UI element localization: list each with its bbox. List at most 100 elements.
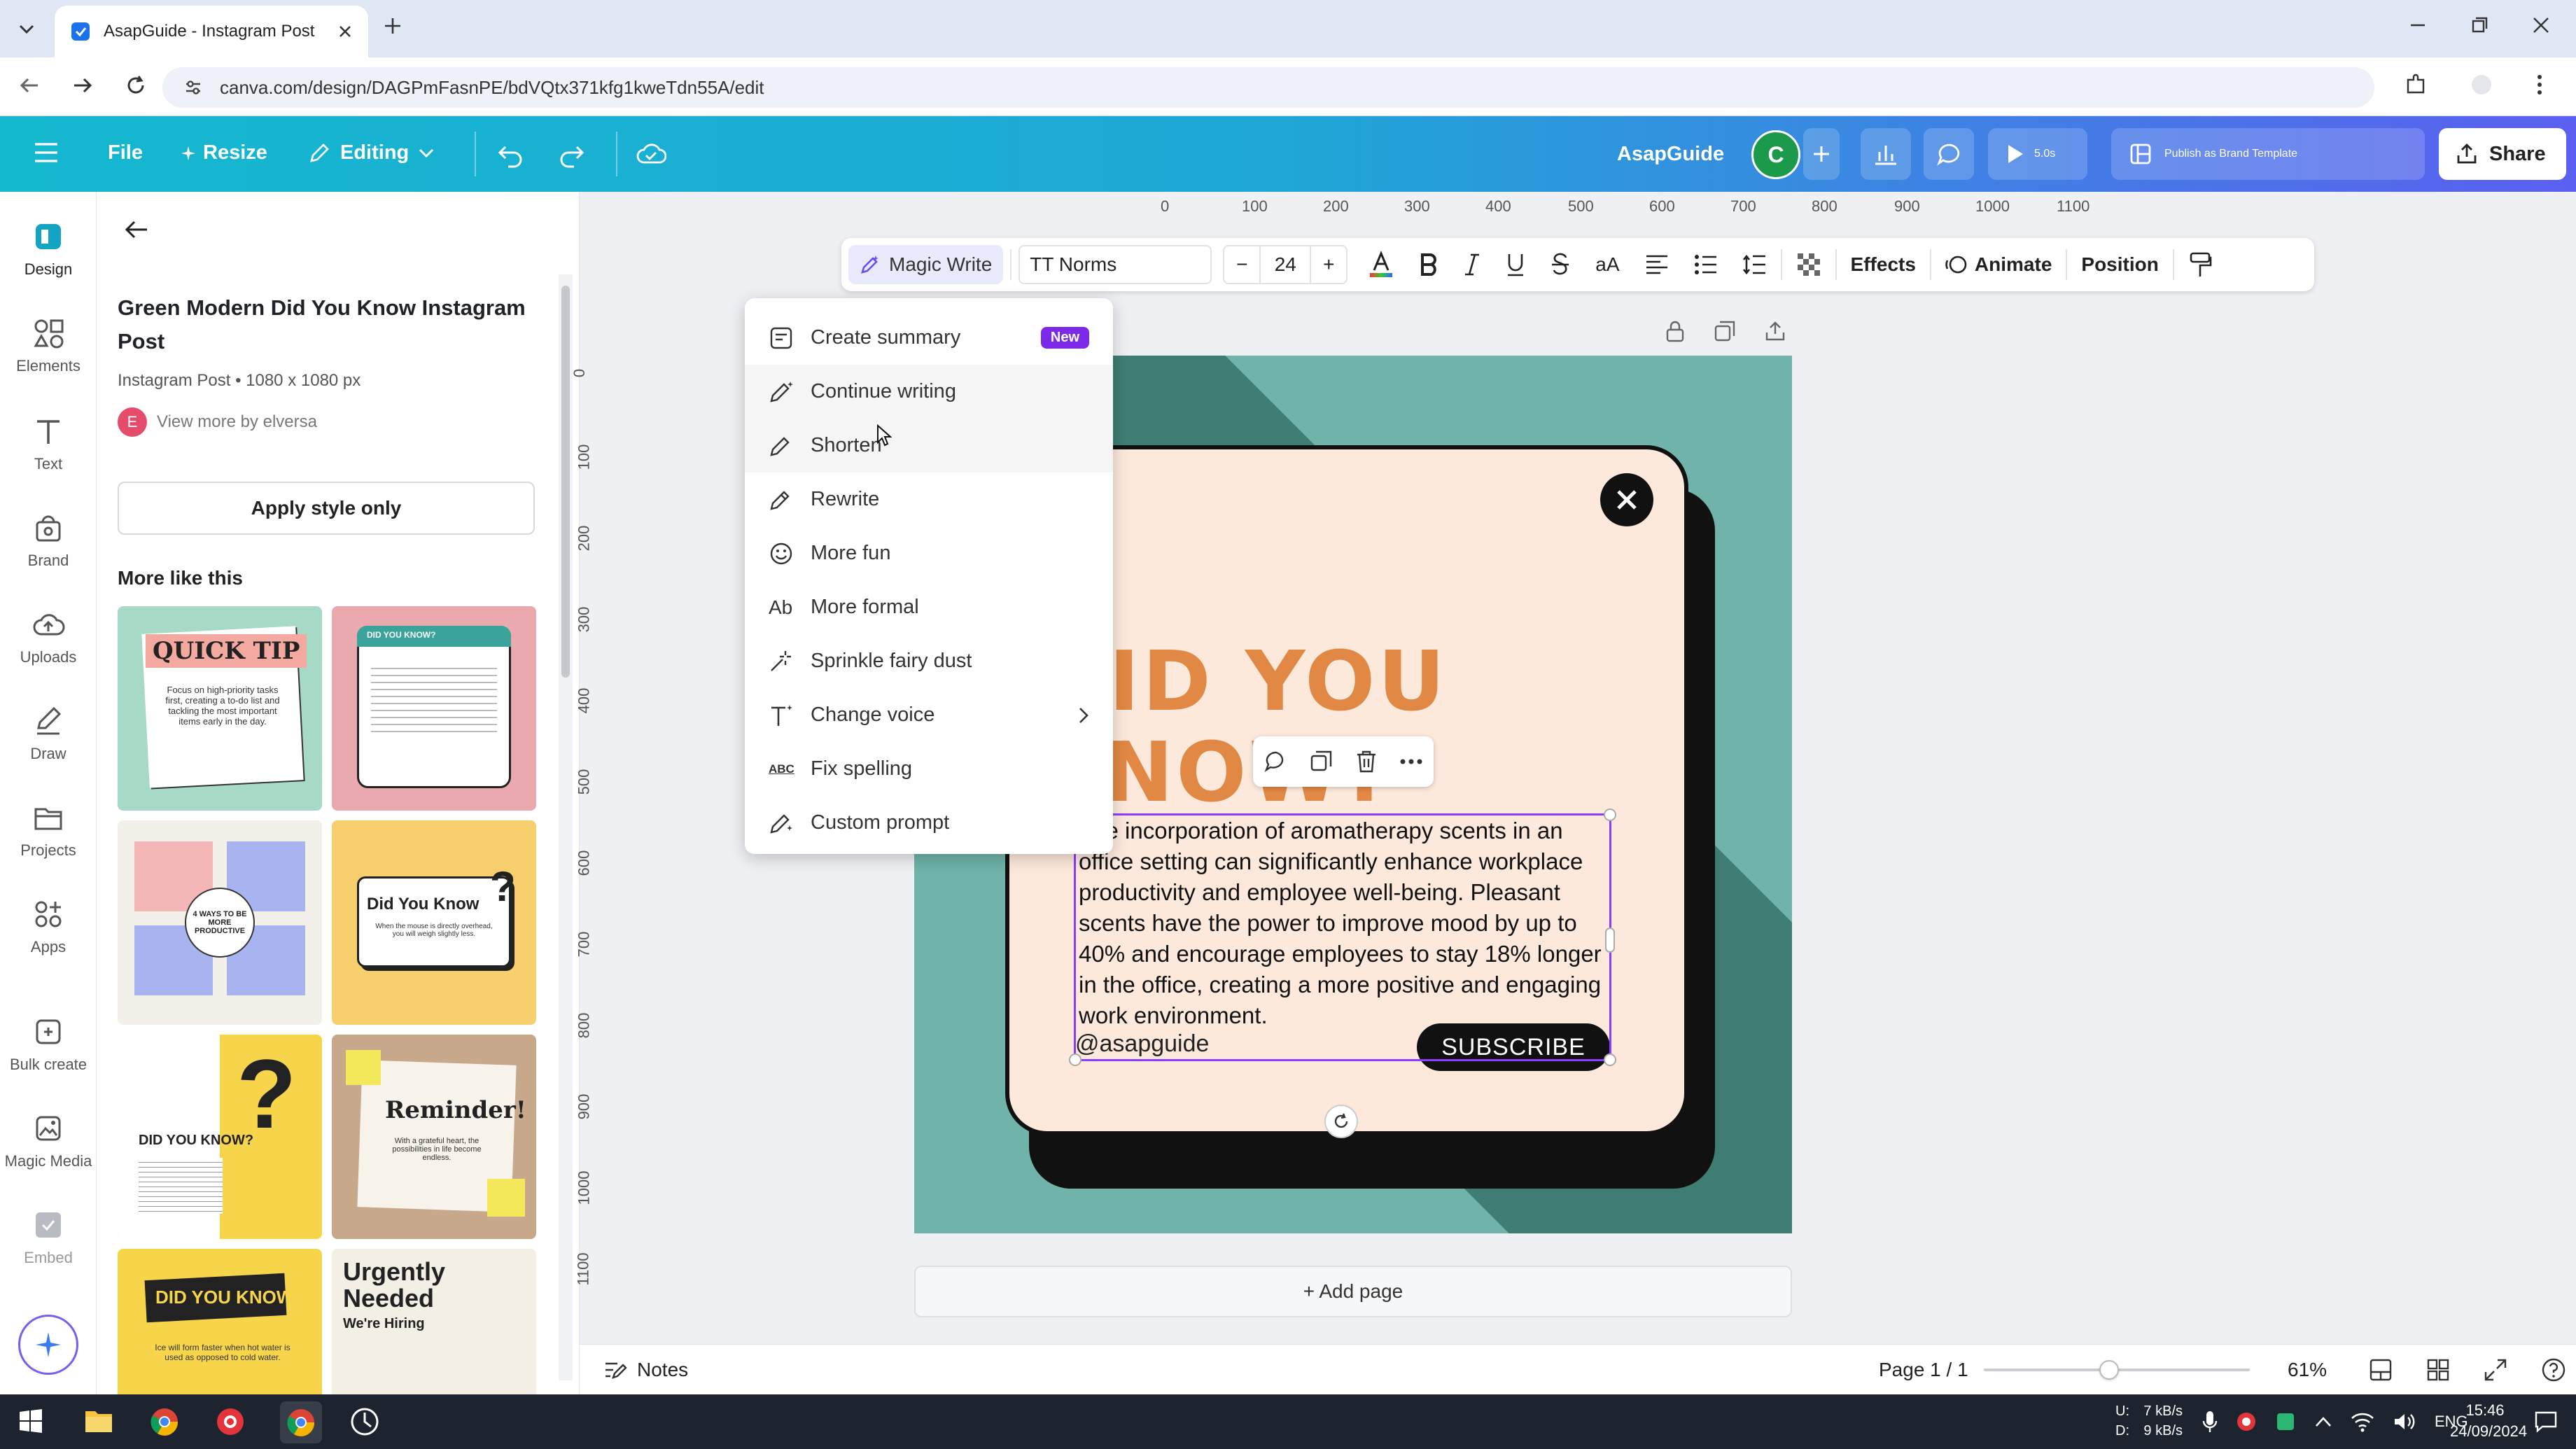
- rail-item-projects[interactable]: Projects: [0, 801, 97, 860]
- menu-item-create-summary[interactable]: Create summary New: [745, 311, 1113, 365]
- letter-case-button[interactable]: aA: [1595, 253, 1619, 276]
- magic-write-button[interactable]: Magic Write: [848, 245, 1004, 284]
- comment-add-icon[interactable]: [1264, 750, 1288, 774]
- volume-icon[interactable]: [2393, 1411, 2416, 1432]
- rail-item-uploads[interactable]: Uploads: [0, 608, 97, 666]
- windows-start-icon[interactable]: [18, 1408, 43, 1434]
- lock-icon[interactable]: [1665, 319, 1686, 343]
- browser-tab-active[interactable]: AsapGuide - Instagram Post: [55, 6, 368, 57]
- position-button[interactable]: Position: [2081, 253, 2158, 276]
- comments-button[interactable]: [1924, 128, 1974, 180]
- fullscreen-icon[interactable]: [2484, 1358, 2507, 1382]
- file-explorer-icon[interactable]: [84, 1407, 113, 1435]
- rail-item-apps[interactable]: Apps: [0, 897, 97, 956]
- resize-handle[interactable]: [1604, 808, 1616, 821]
- underline-icon[interactable]: [1506, 252, 1525, 277]
- undo-icon[interactable]: [496, 140, 525, 169]
- new-tab-icon[interactable]: [382, 15, 403, 36]
- notes-button[interactable]: Notes: [603, 1359, 688, 1381]
- app-tray-icon[interactable]: [2275, 1411, 2296, 1432]
- share-button[interactable]: Share: [2439, 128, 2566, 180]
- font-size-decrease-button[interactable]: −: [1224, 253, 1259, 276]
- template-thumbnail[interactable]: QUICK TIP Focus on high-priority tasks f…: [118, 606, 322, 811]
- panel-scrollbar-track[interactable]: [559, 274, 573, 1380]
- align-left-icon[interactable]: [1645, 254, 1669, 275]
- close-tab-icon[interactable]: [337, 24, 353, 39]
- editing-mode-button[interactable]: Editing: [308, 141, 434, 164]
- close-circle-icon[interactable]: [1600, 473, 1653, 526]
- zoom-slider[interactable]: [1984, 1360, 2250, 1380]
- cloud-saved-icon[interactable]: [636, 140, 666, 168]
- tab-list-chevron-icon[interactable]: [13, 15, 41, 43]
- publish-brand-template-button[interactable]: Publish as Brand Template: [2111, 128, 2425, 180]
- animate-button[interactable]: Animate: [1945, 253, 2052, 276]
- add-page-button[interactable]: + Add page: [914, 1266, 1792, 1317]
- effects-button[interactable]: Effects: [1851, 253, 1916, 276]
- panel-scrollbar-thumb[interactable]: [561, 286, 570, 678]
- font-size-input[interactable]: 24: [1259, 246, 1312, 283]
- line-spacing-icon[interactable]: [1742, 254, 1767, 275]
- insights-button[interactable]: [1861, 128, 1911, 180]
- bold-icon[interactable]: [1419, 253, 1438, 276]
- recorder-app-icon[interactable]: [216, 1407, 245, 1436]
- duplicate-icon[interactable]: [1310, 750, 1334, 774]
- collaborator-avatar[interactable]: C: [1751, 130, 1800, 179]
- main-menu-icon[interactable]: [34, 141, 59, 164]
- screen-capture-icon[interactable]: [350, 1407, 379, 1436]
- recording-tray-icon[interactable]: [2236, 1411, 2257, 1432]
- body-text[interactable]: The incorporation of aromatherapy scents…: [1076, 816, 1609, 1031]
- profile-icon[interactable]: [2470, 73, 2493, 97]
- reload-icon[interactable]: [123, 73, 148, 98]
- back-arrow-icon[interactable]: [123, 218, 150, 241]
- resize-handle[interactable]: [1069, 1054, 1082, 1066]
- menu-item-continue-writing[interactable]: Continue writing: [745, 365, 1113, 419]
- browser-menu-icon[interactable]: [2535, 73, 2544, 97]
- menu-item-fix-spelling[interactable]: ABC Fix spelling: [745, 742, 1113, 796]
- zoom-slider-thumb[interactable]: [2099, 1360, 2119, 1380]
- template-thumbnail[interactable]: Reminder! With a grateful heart, the pos…: [332, 1035, 536, 1239]
- font-size-increase-button[interactable]: +: [1311, 253, 1346, 276]
- grid-view-icon[interactable]: [2426, 1358, 2450, 1382]
- rail-item-draw[interactable]: Draw: [0, 704, 97, 763]
- rail-item-brand[interactable]: Brand: [0, 511, 97, 570]
- minimize-icon[interactable]: [2408, 15, 2428, 35]
- site-settings-icon[interactable]: [183, 78, 203, 97]
- chrome-icon[interactable]: [150, 1407, 179, 1436]
- magic-assistant-button[interactable]: [18, 1315, 78, 1375]
- notification-icon[interactable]: [2534, 1410, 2558, 1434]
- chevron-up-icon[interactable]: [2314, 1414, 2332, 1429]
- page-indicator[interactable]: Page 1 / 1: [1879, 1359, 1968, 1381]
- extensions-icon[interactable]: [2404, 73, 2428, 97]
- duplicate-page-icon[interactable]: [1714, 320, 1736, 342]
- rail-item-elements[interactable]: Elements: [0, 316, 97, 375]
- text-color-icon[interactable]: [1368, 251, 1394, 279]
- more-options-icon[interactable]: [1399, 758, 1423, 765]
- rotate-handle-icon[interactable]: [1324, 1105, 1358, 1138]
- side-resize-handle[interactable]: [1605, 927, 1615, 953]
- menu-item-more-formal[interactable]: Ab More formal: [745, 580, 1113, 634]
- template-thumbnail[interactable]: 4 WAYS TO BE MORE PRODUCTIVE: [118, 820, 322, 1025]
- microphone-icon[interactable]: [2202, 1410, 2218, 1434]
- back-arrow-icon[interactable]: [17, 73, 42, 98]
- resize-button[interactable]: Resize: [181, 141, 267, 164]
- selected-text-box[interactable]: The incorporation of aromatherapy scents…: [1069, 808, 1616, 1066]
- rail-item-bulk-create[interactable]: Bulk create: [0, 1015, 97, 1074]
- url-field[interactable]: canva.com/design/DAGPmFasnPE/bdVQtx371kf…: [162, 67, 2374, 108]
- menu-item-change-voice[interactable]: Change voice: [745, 688, 1113, 742]
- add-page-icon[interactable]: [1764, 320, 1786, 342]
- present-button[interactable]: 5.0s: [1988, 128, 2087, 180]
- copy-style-icon[interactable]: [2188, 251, 2212, 278]
- menu-item-sprinkle-fairy-dust[interactable]: Sprinkle fairy dust: [745, 634, 1113, 688]
- italic-icon[interactable]: [1464, 253, 1480, 276]
- template-thumbnail[interactable]: DID YOU KNOW?: [332, 606, 536, 811]
- file-menu-button[interactable]: File: [108, 141, 143, 164]
- resize-handle[interactable]: [1604, 1054, 1616, 1066]
- menu-item-shorten[interactable]: Shorten: [745, 419, 1113, 472]
- rail-item-magic-media[interactable]: Magic Media: [0, 1112, 97, 1170]
- menu-item-rewrite[interactable]: Rewrite: [745, 472, 1113, 526]
- apply-style-only-button[interactable]: Apply style only: [118, 482, 535, 535]
- close-window-icon[interactable]: [2531, 15, 2551, 35]
- restore-icon[interactable]: [2470, 15, 2489, 35]
- help-icon[interactable]: [2541, 1357, 2566, 1382]
- redo-icon[interactable]: [557, 140, 587, 169]
